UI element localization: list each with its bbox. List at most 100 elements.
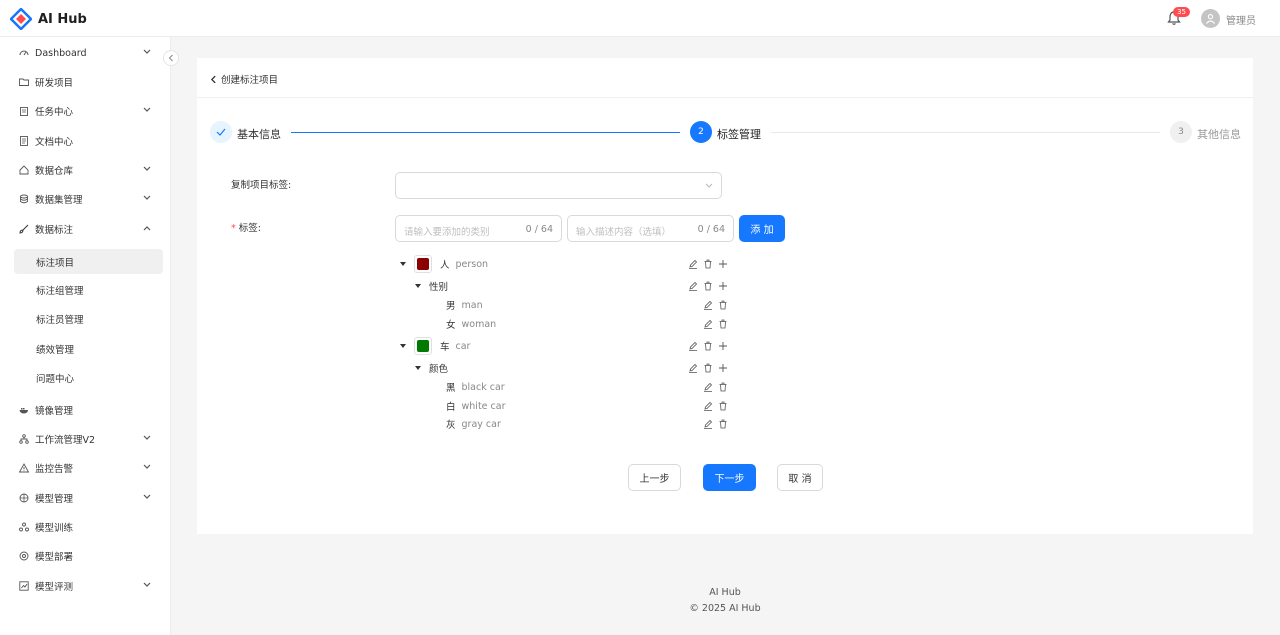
node-name: 白	[446, 402, 456, 413]
sidebar-item-dashboard[interactable]: Dashboard	[14, 41, 163, 65]
next-step-button[interactable]: 下一步	[703, 464, 756, 491]
delete-icon[interactable]	[718, 401, 728, 411]
sidebar-item-rd-projects[interactable]: 研发项目	[14, 70, 163, 94]
edit-icon[interactable]	[688, 341, 698, 351]
tree-node-man[interactable]: 男 man	[446, 296, 483, 314]
add-icon[interactable]	[718, 281, 728, 291]
user-name[interactable]: 管理员	[1226, 12, 1256, 27]
sidebar-item-annotators[interactable]: 标注员管理	[14, 307, 163, 331]
tree-node-color[interactable]: 颜色	[415, 359, 454, 377]
user-icon	[1205, 14, 1216, 24]
sidebar-item-model-mgmt[interactable]: 模型管理	[14, 486, 163, 510]
tree-node-gender[interactable]: 性别	[415, 277, 454, 295]
node-desc: man	[461, 299, 483, 311]
edit-icon[interactable]	[703, 401, 713, 411]
sidebar-item-issue-center[interactable]: 问题中心	[14, 366, 163, 390]
tree-node-gray[interactable]: 灰 gray car	[446, 415, 501, 433]
tree-node-white[interactable]: 白 white car	[446, 397, 506, 415]
avatar[interactable]	[1201, 9, 1220, 28]
sidebar-item-label: 数据仓库	[35, 166, 74, 177]
node-desc: woman	[461, 318, 497, 330]
category-placeholder: 请输入要添加的类别	[404, 227, 490, 238]
step-1-connector	[291, 132, 680, 133]
edit-icon[interactable]	[703, 382, 713, 392]
sidebar-item-label: 数据标注	[35, 225, 74, 236]
folder-icon	[19, 78, 29, 86]
step-2-title: 标签管理	[717, 128, 761, 141]
delete-icon[interactable]	[718, 382, 728, 392]
delete-icon[interactable]	[718, 319, 728, 329]
sidebar-item-dataset-mgmt[interactable]: 数据集管理	[14, 187, 163, 211]
warning-icon	[19, 463, 29, 473]
node-desc: black car	[461, 381, 505, 393]
edit-icon[interactable]	[688, 281, 698, 291]
edit-icon[interactable]	[703, 300, 713, 310]
category-input[interactable]: 请输入要添加的类别 0 / 64	[395, 215, 562, 242]
sidebar-item-data-warehouse[interactable]: 数据仓库	[14, 158, 163, 182]
chevron-left-icon	[168, 54, 173, 62]
edit-icon[interactable]	[688, 363, 698, 373]
tags-label-wrap: * 标签:	[231, 223, 261, 234]
sidebar-item-performance[interactable]: 绩效管理	[14, 337, 163, 361]
sidebar-item-workflow-v2[interactable]: 工作流管理V2	[14, 427, 163, 451]
chevron-down-icon	[143, 195, 151, 200]
sidebar-item-annotation-projects[interactable]: 标注项目	[14, 249, 163, 274]
back-link[interactable]: 创建标注项目	[210, 72, 278, 86]
node-desc: gray car	[461, 418, 501, 430]
caret-down-icon	[400, 262, 406, 266]
edit-icon[interactable]	[688, 259, 698, 269]
tree-node-black[interactable]: 黑 black car	[446, 378, 505, 396]
sidebar-item-monitoring[interactable]: 监控告警	[14, 456, 163, 480]
step-1-title: 基本信息	[237, 128, 281, 141]
edit-icon[interactable]	[703, 419, 713, 429]
add-icon[interactable]	[718, 259, 728, 269]
delete-icon[interactable]	[703, 281, 713, 291]
edit-icon[interactable]	[703, 319, 713, 329]
document-icon	[20, 136, 28, 146]
sidebar-item-model-training[interactable]: 模型训练	[14, 515, 163, 539]
cancel-button[interactable]: 取 消	[777, 464, 823, 491]
step-2-connector	[771, 132, 1160, 133]
delete-icon[interactable]	[703, 363, 713, 373]
node-name: 颜色	[429, 364, 449, 375]
training-icon	[19, 522, 29, 532]
database-icon	[20, 194, 28, 204]
delete-icon[interactable]	[718, 300, 728, 310]
check-icon	[216, 128, 226, 136]
sidebar-item-image-mgmt[interactable]: 镜像管理	[14, 398, 163, 422]
node-actions	[703, 381, 733, 393]
sidebar-item-label: 模型管理	[35, 494, 74, 505]
node-desc: white car	[461, 400, 506, 412]
color-swatch[interactable]	[414, 255, 432, 273]
sidebar-item-label: 工作流管理V2	[35, 435, 96, 446]
add-icon[interactable]	[718, 363, 728, 373]
app-logo[interactable]: AI Hub	[10, 8, 87, 30]
sidebar-item-annotation-groups[interactable]: 标注组管理	[14, 278, 163, 302]
delete-icon[interactable]	[703, 259, 713, 269]
sidebar-item-model-deploy[interactable]: 模型部署	[14, 544, 163, 568]
delete-icon[interactable]	[703, 341, 713, 351]
workflow-icon	[19, 434, 29, 444]
sidebar-item-label: 数据集管理	[35, 195, 83, 206]
tree-node-woman[interactable]: 女 woman	[446, 315, 496, 333]
sidebar-item-task-center[interactable]: 任务中心	[14, 99, 163, 123]
color-swatch[interactable]	[414, 337, 432, 355]
sidebar-item-label: 标注员管理	[36, 315, 84, 326]
node-actions	[688, 340, 733, 352]
sidebar-item-label: 监控告警	[35, 464, 74, 475]
sidebar-item-data-annotation[interactable]: 数据标注	[14, 217, 163, 241]
add-icon[interactable]	[718, 341, 728, 351]
node-name: 车	[440, 342, 450, 353]
sidebar-collapse-button[interactable]	[163, 50, 179, 66]
sidebar-item-doc-center[interactable]: 文档中心	[14, 129, 163, 153]
add-button[interactable]: 添 加	[739, 215, 785, 242]
tree-node-person[interactable]: 人 person	[400, 255, 488, 273]
node-actions	[703, 418, 733, 430]
description-input[interactable]: 输入描述内容（选填） 0 / 64	[567, 215, 734, 242]
top-header: AI Hub 35 管理员	[0, 0, 1280, 37]
node-actions	[703, 318, 733, 330]
delete-icon[interactable]	[718, 419, 728, 429]
tree-node-car[interactable]: 车 car	[400, 337, 470, 355]
prev-step-button[interactable]: 上一步	[628, 464, 681, 491]
copy-tags-select[interactable]	[395, 172, 722, 199]
